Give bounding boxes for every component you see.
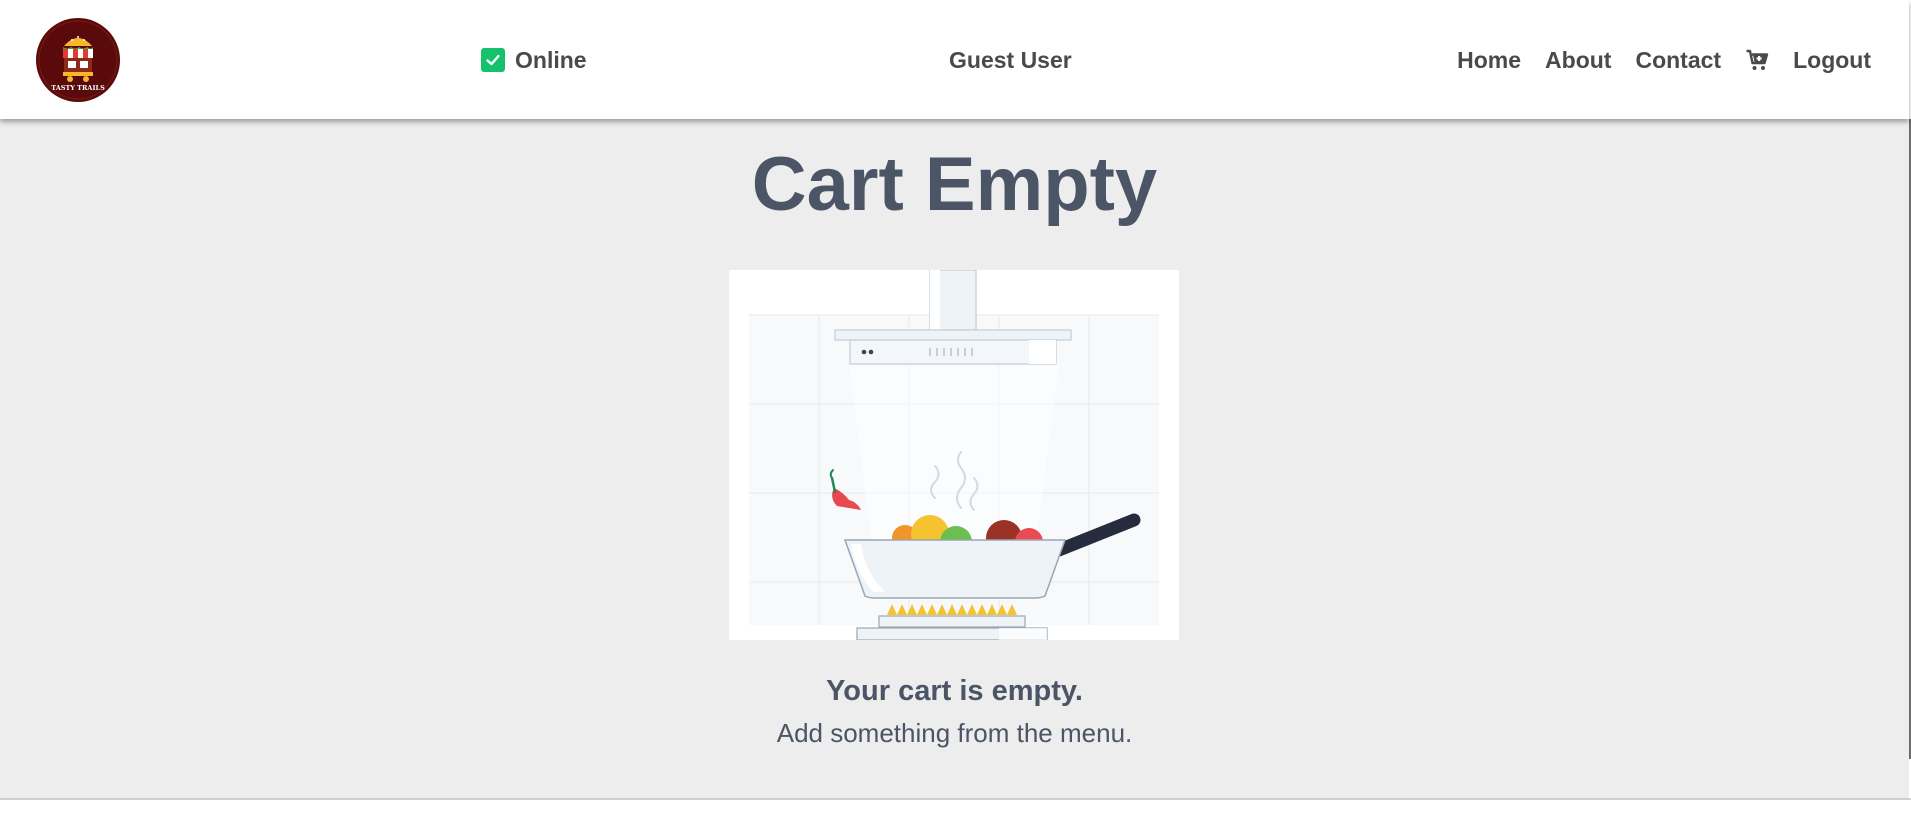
logo-text: TASTY TRAILS — [51, 84, 105, 92]
cart-icon[interactable] — [1745, 48, 1769, 72]
nav-about-link[interactable]: About — [1545, 46, 1611, 74]
user-name: Guest User — [949, 47, 1072, 73]
online-status: Online — [481, 46, 587, 74]
checkbox-checked-icon — [481, 48, 505, 72]
brand-logo[interactable]: TASTY TRAILS — [36, 18, 120, 102]
page-title: Cart Empty — [751, 142, 1158, 227]
nav-home-link[interactable]: Home — [1457, 46, 1521, 74]
online-status-label: Online — [515, 47, 587, 73]
empty-cart-heading: Your cart is empty. — [826, 675, 1083, 707]
empty-cart-illustration — [729, 269, 1179, 641]
header: TASTY TRAILS Online Guest User Home Abou… — [0, 0, 1909, 119]
main-nav: Home About Contact Logout — [1457, 46, 1871, 74]
nav-contact-link[interactable]: Contact — [1635, 46, 1721, 74]
nav-logout-link[interactable]: Logout — [1793, 46, 1871, 74]
footer — [0, 800, 1911, 822]
empty-cart-subtext: Add something from the menu. — [776, 718, 1133, 748]
